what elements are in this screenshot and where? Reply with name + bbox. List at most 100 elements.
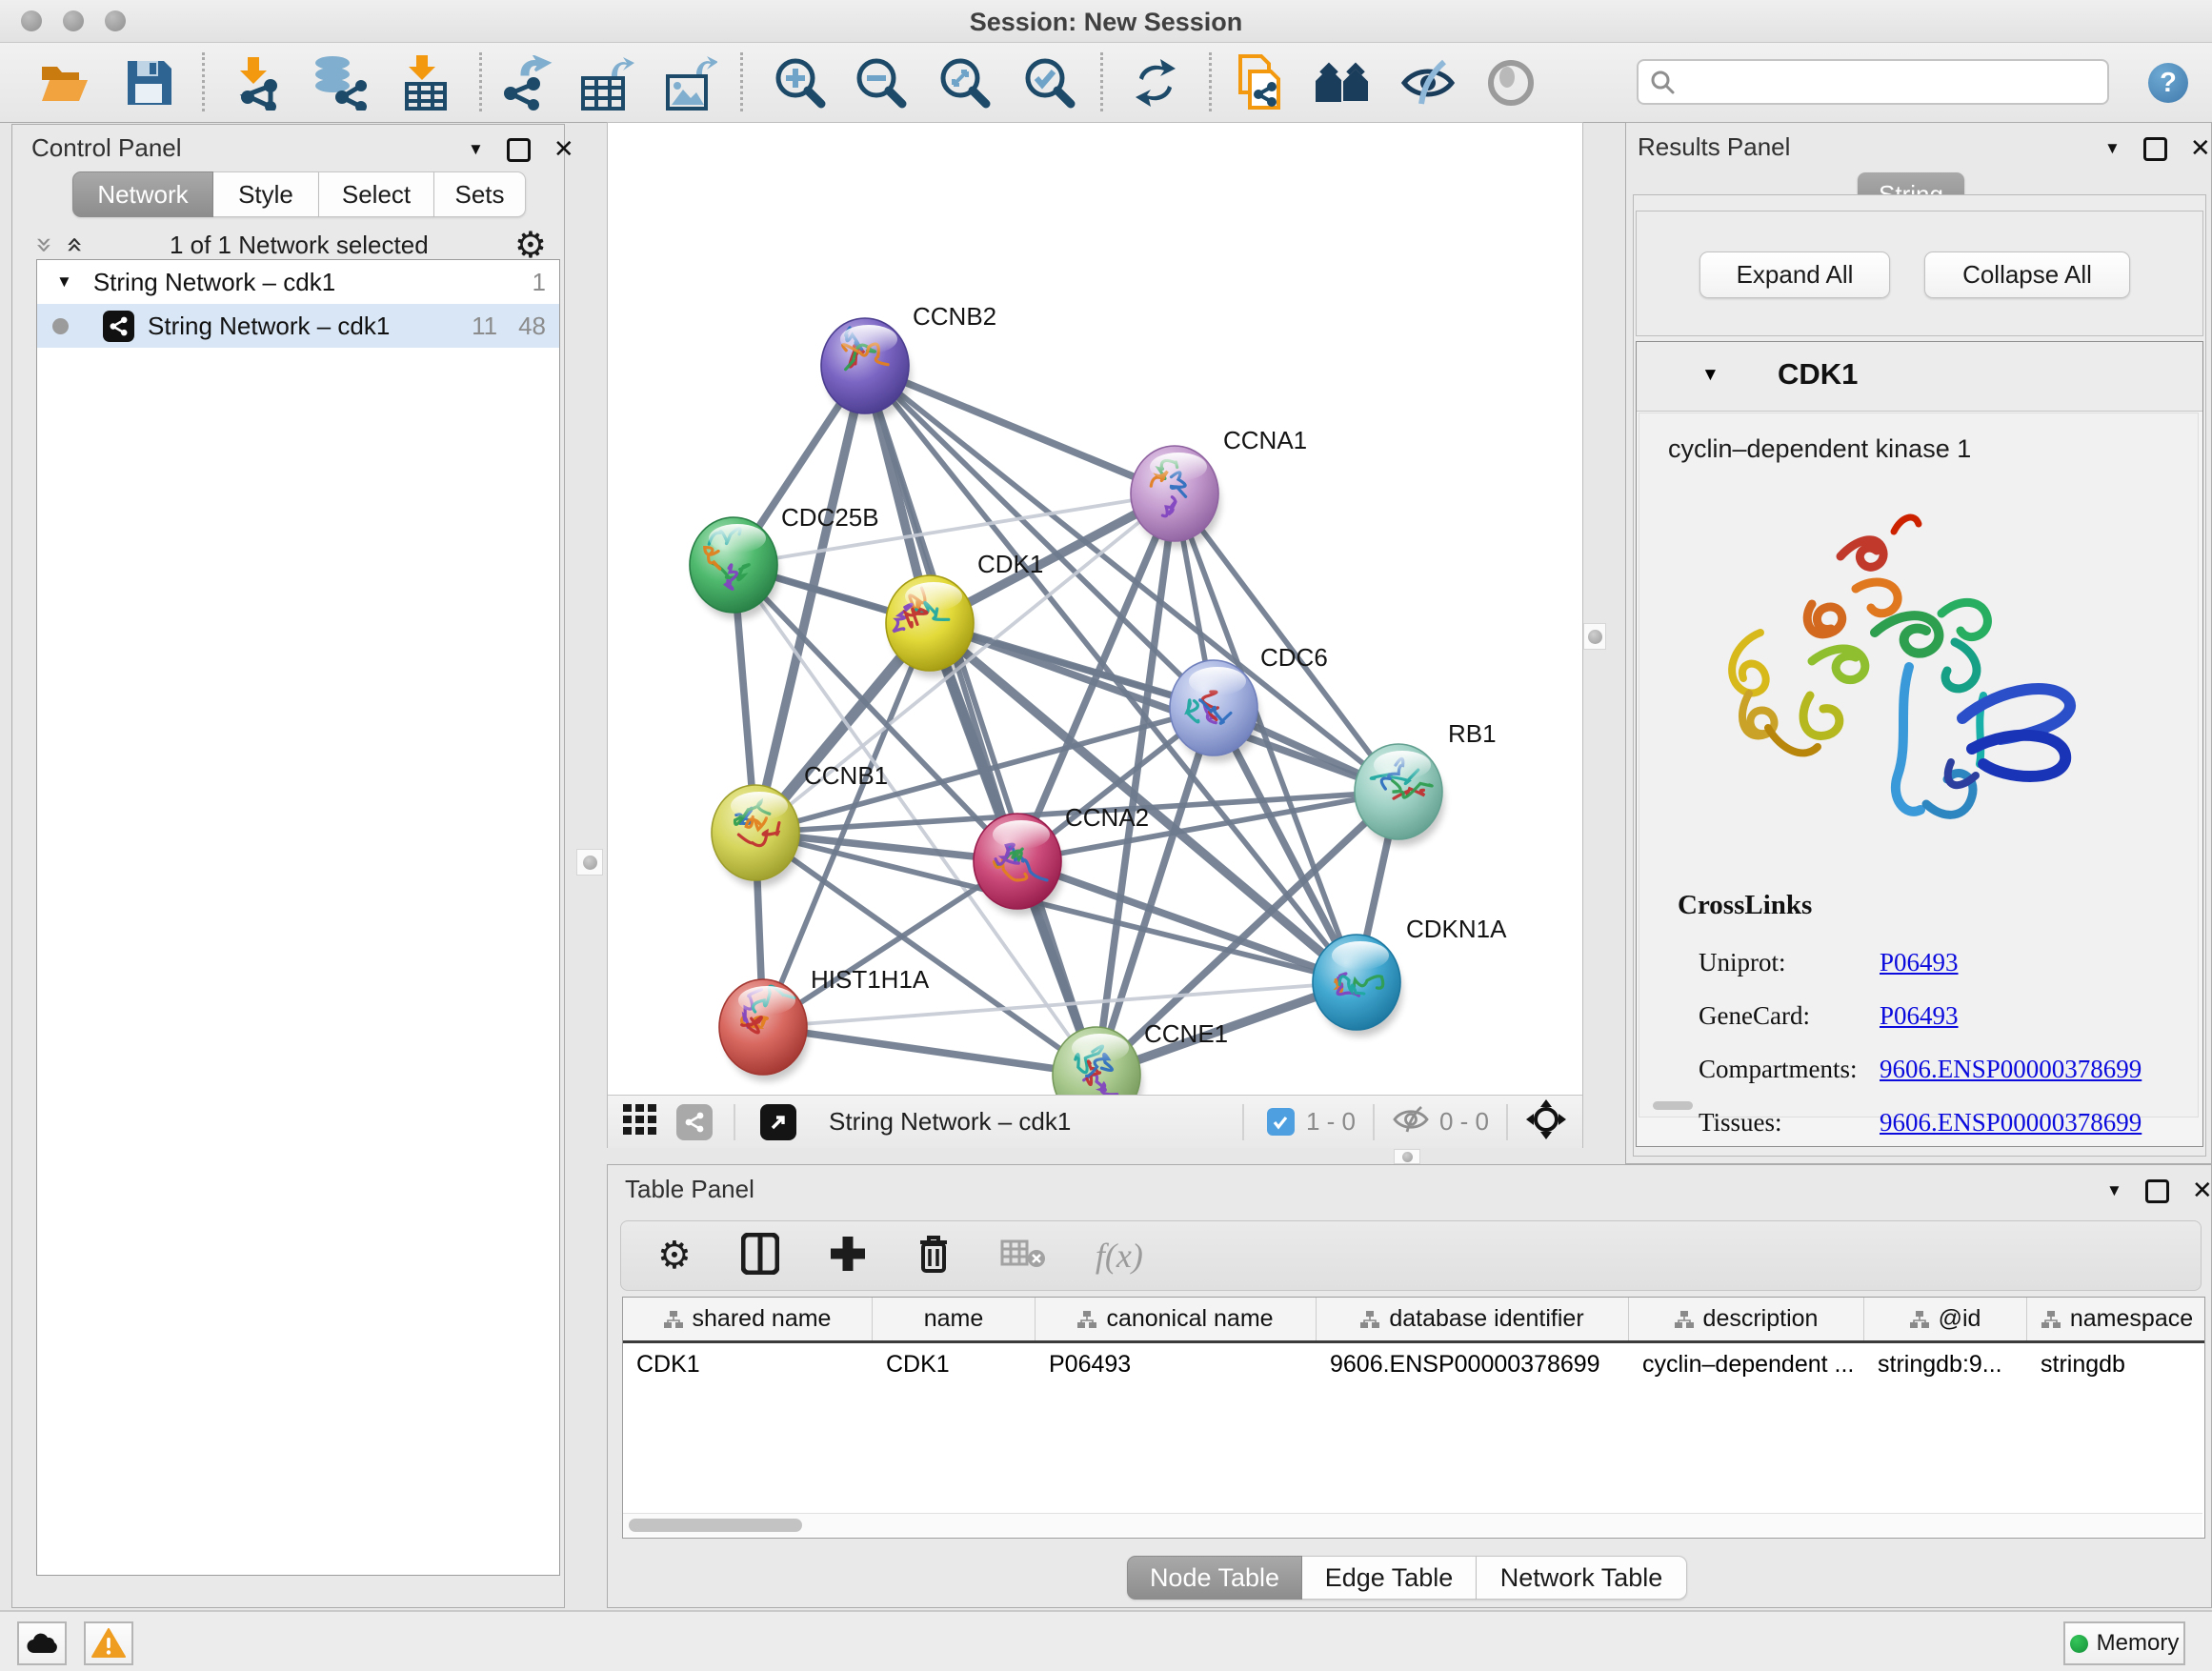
copy-network-button[interactable] xyxy=(1229,52,1290,113)
table-options-gear-icon[interactable]: ⚙ xyxy=(657,1237,692,1275)
network-canvas[interactable]: CCNB2CCNA1CDC25BCDK1CDC6RB1CCNB1CCNA2CDK… xyxy=(608,123,1582,1095)
zoom-out-button[interactable] xyxy=(851,52,912,113)
show-hidden-button[interactable] xyxy=(1480,52,1541,113)
crosslink-uniprot-link[interactable]: P06493 xyxy=(1880,948,1959,977)
tab-select[interactable]: Select xyxy=(319,171,434,217)
right-splitter-handle[interactable] xyxy=(1583,623,1606,650)
tab-sets[interactable]: Sets xyxy=(434,171,526,217)
cell--id[interactable]: stringdb:9... xyxy=(1864,1343,2027,1385)
cell-canonical-name[interactable]: P06493 xyxy=(1036,1343,1317,1385)
node-CCNA1[interactable] xyxy=(1131,446,1220,548)
help-button[interactable]: ? xyxy=(2148,63,2188,103)
node-RB1[interactable] xyxy=(1355,744,1444,846)
close-panel-icon[interactable]: ✕ xyxy=(553,135,574,164)
refresh-layout-button[interactable] xyxy=(1125,52,1186,113)
network-collection-row[interactable]: ▼ String Network – cdk1 1 xyxy=(37,260,559,304)
left-splitter-handle[interactable] xyxy=(576,849,603,876)
collapse-panel-icon[interactable]: ▼ xyxy=(2104,139,2121,158)
add-column-icon[interactable] xyxy=(829,1235,867,1278)
column-header-canonical-name[interactable]: canonical name xyxy=(1036,1298,1317,1340)
crosslink-genecard-link[interactable]: P06493 xyxy=(1880,1001,1959,1031)
show-columns-icon[interactable] xyxy=(741,1233,779,1279)
column-header-namespace[interactable]: namespace xyxy=(2027,1298,2205,1340)
memory-button[interactable]: Memory xyxy=(2063,1621,2185,1665)
cell-namespace[interactable]: stringdb xyxy=(2027,1343,2205,1385)
node-CCNB1[interactable] xyxy=(712,785,801,887)
cell-database-identifier[interactable]: 9606.ENSP00000378699 xyxy=(1317,1343,1629,1385)
hide-selected-button[interactable] xyxy=(1398,52,1458,113)
collapse-all-button[interactable]: Collapse All xyxy=(1924,252,2130,298)
column-header-name[interactable]: name xyxy=(873,1298,1036,1340)
edge-HIST1H1A-CCNE1[interactable] xyxy=(763,1027,1096,1075)
zoom-in-button[interactable] xyxy=(770,52,831,113)
network-row-selected[interactable]: String Network – cdk1 11 48 xyxy=(37,304,559,348)
tab-network-table[interactable]: Network Table xyxy=(1477,1556,1687,1600)
cell-shared-name[interactable]: CDK1 xyxy=(623,1343,873,1385)
protein-section-header[interactable]: ▼ CDK1 xyxy=(1637,342,2202,412)
float-panel-icon[interactable] xyxy=(2145,1179,2169,1203)
tab-node-table[interactable]: Node Table xyxy=(1127,1556,1302,1600)
tab-style[interactable]: Style xyxy=(213,171,319,217)
open-session-button[interactable] xyxy=(34,52,95,113)
function-builder-icon[interactable]: f(x) xyxy=(1096,1236,1143,1276)
float-panel-icon[interactable] xyxy=(2143,137,2167,161)
node-CCNA2[interactable] xyxy=(974,814,1063,916)
column-header-database-identifier[interactable]: database identifier xyxy=(1317,1298,1629,1340)
column-header-description[interactable]: description xyxy=(1629,1298,1864,1340)
cell-description[interactable]: cyclin–dependent ... xyxy=(1629,1343,1864,1385)
export-table-button[interactable] xyxy=(576,52,637,113)
tree-expand-icon[interactable]: ▼ xyxy=(56,272,72,292)
table-row[interactable]: CDK1CDK1P064939606.ENSP00000378699cyclin… xyxy=(623,1343,2204,1385)
close-panel-icon[interactable]: ✕ xyxy=(2192,1177,2212,1205)
delete-column-icon[interactable] xyxy=(916,1233,951,1279)
expand-all-button[interactable]: Expand All xyxy=(1699,252,1890,298)
import-database-button[interactable] xyxy=(308,52,369,113)
node-CCNB2[interactable] xyxy=(821,318,911,420)
home-view-button[interactable] xyxy=(1314,52,1375,113)
node-CDC25B[interactable] xyxy=(690,517,779,619)
cloud-status-button[interactable] xyxy=(17,1621,67,1665)
delete-table-icon[interactable] xyxy=(1000,1238,1046,1275)
node-HIST1H1A[interactable] xyxy=(719,979,809,1081)
node-CDC6[interactable] xyxy=(1170,660,1259,762)
section-collapse-icon[interactable]: ▼ xyxy=(1701,365,1719,386)
table-hscrollbar-thumb[interactable] xyxy=(629,1519,802,1532)
search-field[interactable] xyxy=(1637,59,2109,105)
tab-edge-table[interactable]: Edge Table xyxy=(1302,1556,1477,1600)
bottom-splitter-handle[interactable] xyxy=(1394,1149,1420,1164)
column-header-shared-name[interactable]: shared name xyxy=(623,1298,873,1340)
table-hscrollbar[interactable] xyxy=(623,1513,2202,1537)
node-CCNE1[interactable] xyxy=(1053,1027,1142,1095)
collapse-all-networks-icon[interactable]: » xyxy=(65,236,86,253)
fit-content-crosshair-icon[interactable] xyxy=(1525,1098,1567,1145)
float-panel-icon[interactable] xyxy=(507,138,531,162)
import-table-button[interactable] xyxy=(395,52,456,113)
zoom-fit-button[interactable] xyxy=(935,52,995,113)
save-session-button[interactable] xyxy=(119,52,180,113)
export-network-button[interactable] xyxy=(494,52,555,113)
selected-checkbox[interactable] xyxy=(1267,1108,1295,1136)
column-header--id[interactable]: @id xyxy=(1864,1298,2027,1340)
edge-CCNB2-CCNA1[interactable] xyxy=(865,366,1175,493)
cell-name[interactable]: CDK1 xyxy=(873,1343,1036,1385)
collapse-panel-icon[interactable]: ▼ xyxy=(2106,1181,2122,1200)
warnings-button[interactable] xyxy=(84,1621,133,1665)
zoom-selected-button[interactable] xyxy=(1019,52,1080,113)
export-image-button[interactable] xyxy=(659,52,720,113)
tab-network[interactable]: Network xyxy=(72,171,213,217)
crosslink-tissues-link[interactable]: 9606.ENSP00000378699 xyxy=(1880,1108,2142,1137)
crosslink-compartments-link[interactable]: 9606.ENSP00000378699 xyxy=(1880,1055,2142,1084)
open-in-window-icon[interactable] xyxy=(760,1104,796,1140)
expand-all-networks-icon[interactable]: » xyxy=(33,236,54,253)
search-input[interactable] xyxy=(1675,68,2079,96)
results-scrollbar-thumb[interactable] xyxy=(1653,1101,1693,1110)
birdseye-grid-icon[interactable] xyxy=(623,1104,657,1139)
network-share-icon[interactable] xyxy=(676,1104,713,1140)
import-network-button[interactable] xyxy=(228,52,289,113)
collapse-panel-icon[interactable]: ▼ xyxy=(468,140,484,159)
network-options-gear-icon[interactable]: ⚙ xyxy=(514,226,547,264)
node-CDKN1A[interactable] xyxy=(1313,935,1402,1037)
node-label-CDKN1A: CDKN1A xyxy=(1406,915,1507,943)
close-panel-icon[interactable]: ✕ xyxy=(2190,134,2211,163)
hidden-eye-icon[interactable] xyxy=(1392,1105,1430,1138)
